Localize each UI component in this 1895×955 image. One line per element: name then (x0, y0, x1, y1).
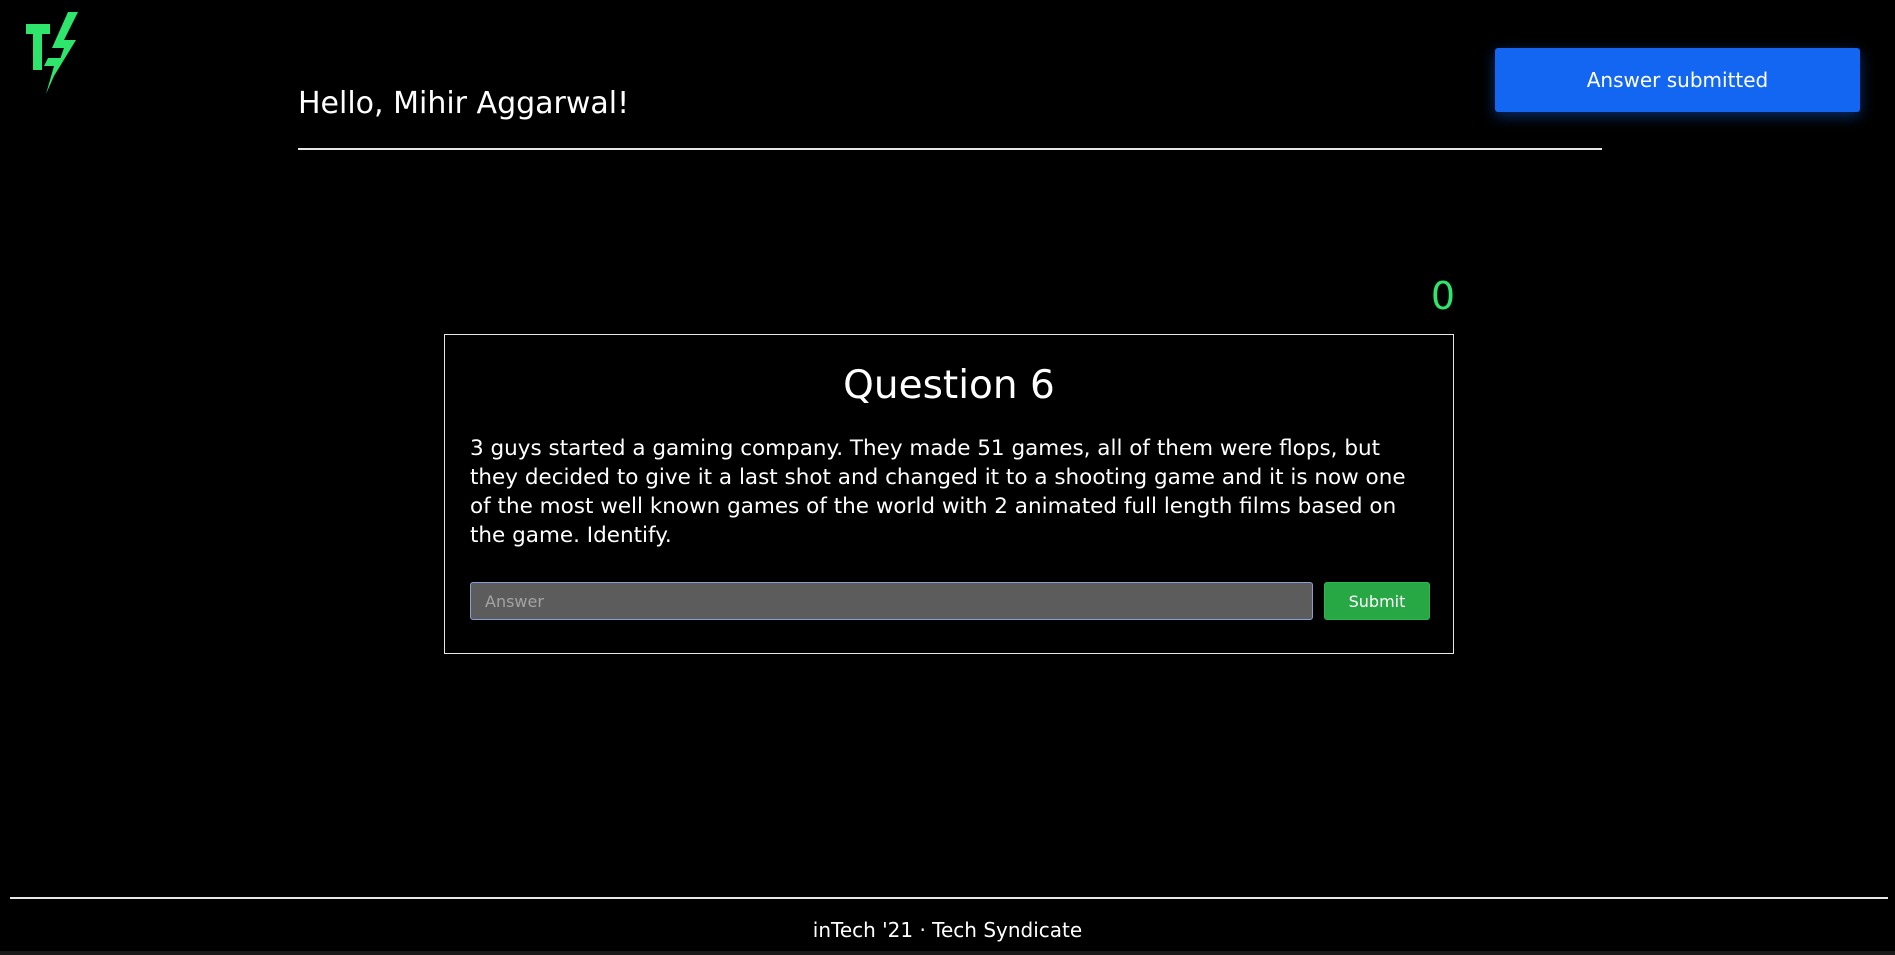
score-counter: 0 (1430, 274, 1455, 318)
greeting-heading: Hello, Mihir Aggarwal! (298, 86, 630, 121)
question-title: Question 6 (843, 363, 1055, 408)
footer-divider (10, 897, 1888, 899)
notification-message: Answer submitted (1586, 68, 1769, 92)
answer-submitted-notification[interactable]: Answer submitted (1495, 48, 1860, 112)
logo-icon (26, 12, 78, 94)
question-text: 3 guys started a gaming company. They ma… (470, 436, 1406, 548)
answer-input[interactable] (470, 582, 1313, 620)
bottom-edge (0, 951, 1895, 955)
page: Answer submitted Hello, Mihir Aggarwal! … (0, 0, 1895, 955)
question-card: Question 6 3 guys started a gaming compa… (444, 334, 1454, 654)
header-divider (298, 148, 1602, 150)
footer-credit: inTech '21 · Tech Syndicate (812, 918, 1083, 942)
submit-button[interactable]: Submit (1324, 582, 1430, 620)
